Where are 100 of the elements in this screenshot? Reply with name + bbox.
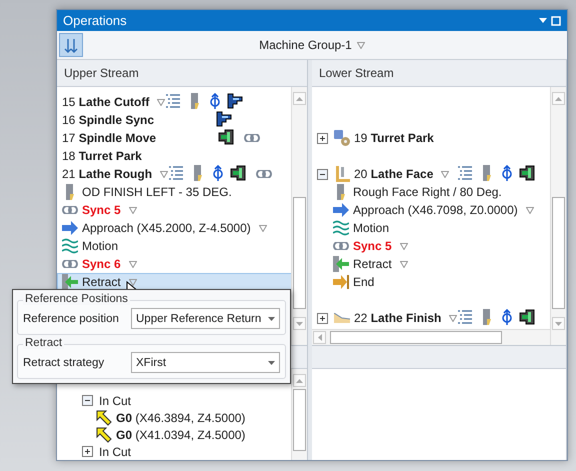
caret-icon	[268, 316, 275, 320]
scroll-up-button[interactable]	[552, 92, 565, 105]
motion-label: Motion	[82, 239, 118, 253]
tree-item[interactable]: G0 (X46.3894, Z4.5000)	[77, 409, 291, 426]
tree-item[interactable]: Sync 5	[312, 237, 550, 255]
retract-icon	[62, 274, 78, 290]
operation-label: 20 Lathe Face	[354, 167, 434, 181]
group-label: In Cut	[99, 444, 132, 458]
tree-item[interactable]: Motion	[312, 219, 550, 237]
tree-item[interactable]: 17 Spindle Move	[57, 129, 291, 147]
down-arrow-icon	[555, 322, 562, 326]
dropdown-field[interactable]: XFirst	[131, 352, 280, 373]
scrollbar[interactable]	[312, 329, 550, 345]
spindle-icon	[218, 128, 234, 144]
scroll-thumb[interactable]	[293, 389, 306, 451]
pane-title: Upper Stream	[64, 66, 139, 80]
collapse-toggle[interactable]	[82, 395, 93, 406]
operation-label: 17 Spindle Move	[62, 131, 156, 145]
tree-item[interactable]: 16 Spindle Sync	[57, 111, 291, 129]
arrow-icon	[96, 426, 112, 442]
group-title: Retract	[23, 337, 64, 349]
tree-item[interactable]: G0 (X41.0394, Z4.5000)	[77, 426, 291, 443]
waves-icon	[62, 238, 78, 254]
retract-label: Retract	[353, 257, 392, 271]
tree-item[interactable]: End	[312, 273, 550, 291]
tree-item[interactable]: 22 Lathe Finish	[312, 309, 550, 327]
end-label: End	[353, 275, 374, 289]
move-label: G0 (X46.3894, Z4.5000)	[116, 410, 246, 424]
right-arrow-icon	[62, 220, 78, 236]
group-title: Reference Positions	[23, 293, 130, 305]
caret-icon	[268, 360, 275, 364]
tree-item[interactable]: 19 Turret Park	[312, 129, 550, 147]
spindle-icon	[519, 308, 536, 324]
spindle-icon	[216, 110, 232, 126]
tree-item[interactable]: 20 Lathe Face	[312, 165, 550, 183]
maximize-icon[interactable]	[551, 16, 561, 26]
expand-toggle[interactable]	[317, 132, 328, 144]
group-label: In Cut	[99, 394, 132, 408]
finish-path-icon	[334, 313, 350, 323]
up-arrow-icon	[296, 96, 303, 100]
operation-label: 15 Lathe Cutoff	[62, 95, 150, 109]
scroll-left-button[interactable]	[313, 331, 326, 344]
scroll-down-button[interactable]	[293, 317, 306, 330]
retract-icon	[333, 256, 349, 272]
tree-item[interactable]: In Cut	[77, 443, 291, 460]
move-label: G0 (X41.0394, Z4.5000)	[116, 428, 246, 442]
tree-item[interactable]: In Cut	[77, 392, 291, 409]
operation-label: 18 Turret Park	[62, 149, 142, 163]
right-arrow-icon	[333, 202, 349, 218]
expand-toggle[interactable]	[317, 312, 328, 324]
face-tool-icon	[334, 166, 350, 182]
tree-item[interactable]: Retract	[312, 255, 550, 273]
minus-icon	[84, 397, 91, 404]
field-label: Reference position	[23, 312, 120, 324]
dropdown-icon[interactable]	[128, 278, 137, 286]
tree-item[interactable]: Sync 6	[57, 255, 291, 273]
sync-label: Sync 5	[353, 239, 392, 253]
down-arrow-icon	[296, 322, 303, 326]
tree-item[interactable]: 15 Lathe Cutoff	[57, 93, 291, 111]
turret-park-icon	[334, 130, 350, 146]
plus-icon	[319, 314, 326, 322]
tree-item[interactable]: 18 Turret Park	[57, 147, 291, 165]
dropdown-field[interactable]: Upper Reference Return	[131, 308, 280, 329]
field-label: Retract strategy	[23, 356, 106, 368]
tree-item[interactable]: OD FINISH LEFT - 35 DEG.	[57, 183, 291, 201]
scrollbar[interactable]	[550, 87, 566, 345]
tree-item[interactable]: Motion	[57, 237, 291, 255]
sync-label: Sync 5	[82, 203, 121, 217]
spindle-icon	[519, 164, 535, 180]
scroll-up-button[interactable]	[293, 374, 306, 387]
end-arrow-icon	[333, 274, 349, 290]
tree-item[interactable]: Rough Face Right / 80 Deg.	[312, 183, 550, 201]
scroll-down-button[interactable]	[552, 317, 565, 330]
spindle-icon	[230, 164, 246, 180]
operation-label: 21 Lathe Rough	[62, 167, 152, 181]
tree-item[interactable]: Approach (X45.2000, Z-4.5000)	[57, 219, 291, 237]
operation-label: 22 Lathe Finish	[354, 311, 442, 325]
scroll-up-button[interactable]	[293, 92, 306, 105]
tree-item[interactable]: 21 Lathe Rough	[57, 165, 291, 183]
spindle-icon	[227, 92, 244, 108]
scrollbar[interactable]	[291, 87, 307, 345]
scroll-thumb[interactable]	[330, 331, 502, 344]
operation-label: 16 Spindle Sync	[62, 113, 154, 127]
operation-label: 19 Turret Park	[354, 131, 434, 145]
scrollbar[interactable]	[291, 369, 307, 460]
up-arrow-icon	[555, 96, 562, 100]
tree-item[interactable]: Sync 5	[57, 201, 291, 219]
approach-label: Approach (X46.7098, Z0.0000)	[353, 203, 518, 217]
sync-label: Sync 6	[82, 257, 121, 271]
scroll-thumb[interactable]	[293, 197, 306, 309]
toolbar-button[interactable]	[59, 33, 83, 57]
collapse-toggle[interactable]	[317, 168, 328, 180]
window-title: Operations	[63, 13, 128, 28]
expand-toggle[interactable]	[82, 446, 93, 457]
waves-icon	[333, 220, 349, 236]
scroll-thumb[interactable]	[552, 197, 565, 309]
arrow-icon	[96, 410, 112, 426]
tree-item[interactable]: Approach (X46.7098, Z0.0000)	[312, 201, 550, 219]
machine-group-label[interactable]: Machine Group-1	[259, 38, 352, 52]
retract-label: Retract	[82, 275, 121, 289]
